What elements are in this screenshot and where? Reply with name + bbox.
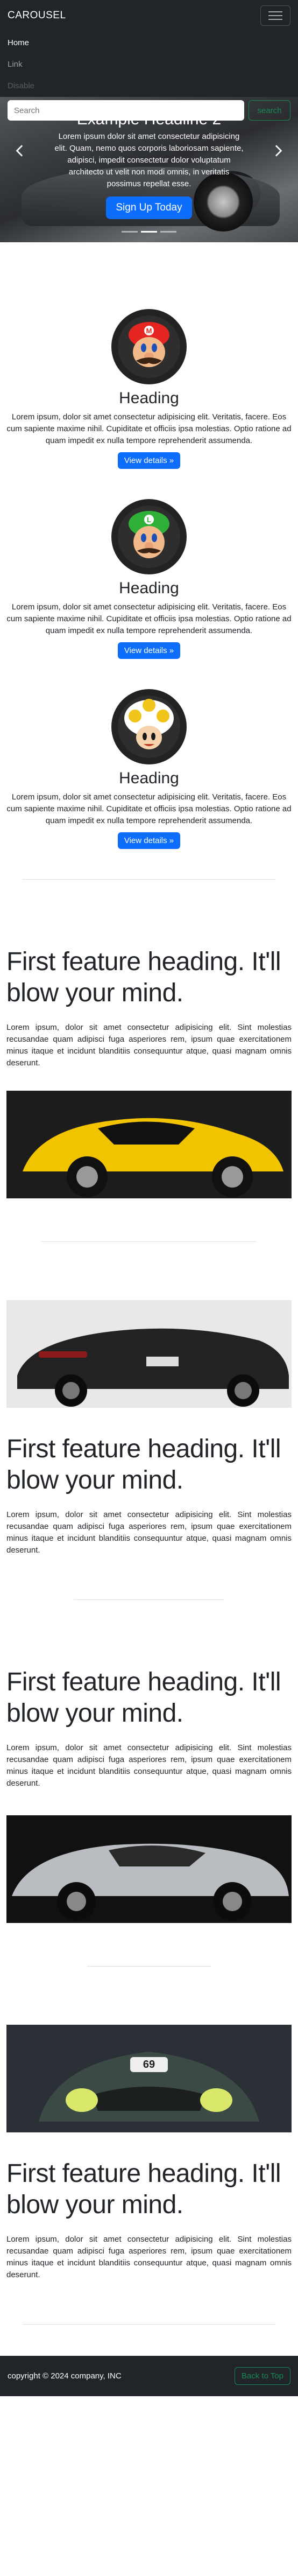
black-sports-car-image xyxy=(6,1300,292,1408)
circle-heading: Heading xyxy=(119,389,179,407)
carousel-indicator[interactable] xyxy=(141,231,157,233)
svg-text:M: M xyxy=(146,327,152,335)
featurette: First feature heading. It'll blow your m… xyxy=(6,1300,292,1556)
svg-text:69: 69 xyxy=(143,2059,155,2070)
featurette-heading: First feature heading. It'll blow your m… xyxy=(6,1435,281,1494)
circle-block: M Heading Lorem ipsum, dolor sit amet co… xyxy=(6,309,292,469)
green-race-car-image: 69 xyxy=(6,2025,292,2132)
featurette: First feature heading. It'll blow your m… xyxy=(6,1667,292,1923)
featurette-heading: First feature heading. It'll blow your m… xyxy=(6,947,281,1007)
carousel-indicator[interactable] xyxy=(160,231,176,233)
svg-text:L: L xyxy=(147,516,151,524)
nav-links: Home Link Disable xyxy=(8,32,290,97)
silver-sports-car-image xyxy=(6,1815,292,1923)
circle-heading: Heading xyxy=(119,769,179,787)
circle-block: Heading Lorem ipsum, dolor sit amet cons… xyxy=(6,689,292,849)
carousel-indicator[interactable] xyxy=(122,231,138,233)
nav-link-link[interactable]: Link xyxy=(8,54,290,75)
hamburger-icon[interactable] xyxy=(260,5,290,26)
circle-text: Lorem ipsum, dolor sit amet consectetur … xyxy=(6,792,292,825)
luigi-icon: L xyxy=(111,499,187,574)
marketing: M Heading Lorem ipsum, dolor sit amet co… xyxy=(0,242,298,2356)
chevron-right-icon[interactable] xyxy=(270,140,286,162)
toad-icon xyxy=(111,689,187,764)
view-details-button[interactable]: View details » xyxy=(117,832,181,849)
nav-link-home[interactable]: Home xyxy=(8,32,290,54)
view-details-button[interactable]: View details » xyxy=(117,642,181,659)
featurette-text: Lorem ipsum, dolor sit amet consectetur … xyxy=(6,1023,292,1068)
navbar-brand[interactable]: CAROUSEL xyxy=(8,10,66,22)
circle-heading: Heading xyxy=(119,579,179,597)
footer-copyright: copyright © 2024 company, INC xyxy=(8,2371,122,2381)
mario-icon: M xyxy=(111,309,187,384)
nav-link-disable: Disable xyxy=(8,81,35,90)
carousel-indicators xyxy=(0,231,298,233)
featurette: 69 First feature heading. It'll blow you… xyxy=(6,2025,292,2281)
sign-up-button[interactable]: Sign Up Today xyxy=(106,196,192,219)
circle-text: Lorem ipsum, dolor sit amet consectetur … xyxy=(6,412,292,445)
yellow-sports-car-image xyxy=(6,1091,292,1198)
circle-text: Lorem ipsum, dolor sit amet consectetur … xyxy=(6,602,292,635)
featurette-text: Lorem ipsum, dolor sit amet consectetur … xyxy=(6,1743,292,1788)
carousel-caption: Example Headline 2 Lorem ipsum dolor sit… xyxy=(51,110,247,219)
carousel-text: Lorem ipsum dolor sit amet consectetur a… xyxy=(54,132,244,188)
search-form: search xyxy=(8,100,290,121)
featurette: First feature heading. It'll blow your m… xyxy=(6,946,292,1198)
chevron-left-icon[interactable] xyxy=(12,140,28,162)
navbar: CAROUSEL Home Link Disable search xyxy=(0,0,298,121)
featurette-heading: First feature heading. It'll blow your m… xyxy=(6,2159,281,2219)
featurette-text: Lorem ipsum, dolor sit amet consectetur … xyxy=(6,2235,292,2279)
search-input[interactable] xyxy=(8,100,244,121)
featurette-heading: First feature heading. It'll blow your m… xyxy=(6,1668,281,1728)
search-button[interactable]: search xyxy=(249,100,290,121)
view-details-button[interactable]: View details » xyxy=(117,452,181,469)
back-to-top-button[interactable]: Back to Top xyxy=(234,2367,290,2385)
circle-block: L Heading Lorem ipsum, dolor sit amet co… xyxy=(6,499,292,659)
footer: copyright © 2024 company, INC Back to To… xyxy=(0,2356,298,2396)
featurette-text: Lorem ipsum, dolor sit amet consectetur … xyxy=(6,1510,292,1555)
